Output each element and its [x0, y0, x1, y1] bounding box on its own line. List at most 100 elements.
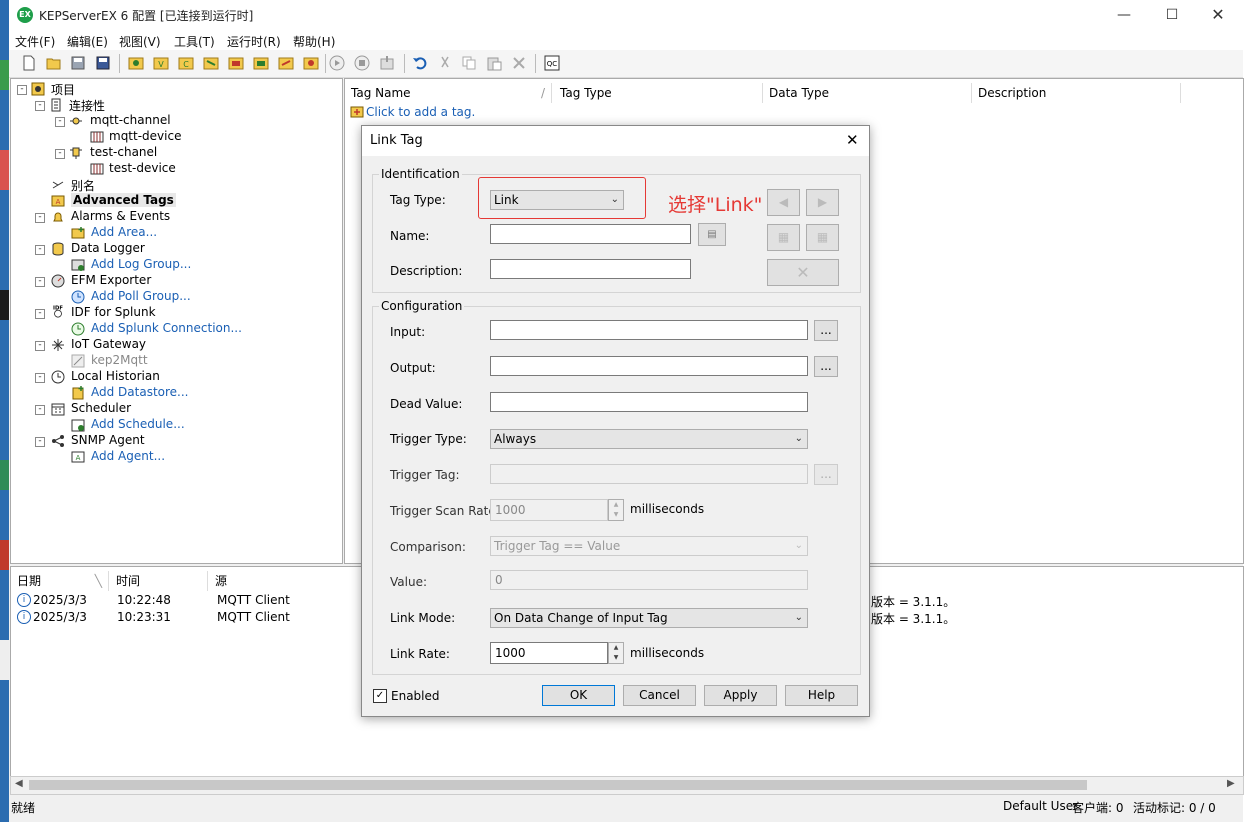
input-field[interactable] — [490, 320, 808, 340]
dead-value-field[interactable] — [490, 392, 808, 412]
log-column-time[interactable]: 时间 — [110, 571, 208, 591]
name-browse-button[interactable]: ▤ — [698, 223, 726, 246]
new-device-icon[interactable]: V — [153, 55, 169, 71]
link-mode-select[interactable]: On Data Change of Input Tag ⌄ — [490, 608, 808, 628]
export-icon[interactable] — [379, 55, 395, 71]
tag-group-icon[interactable] — [253, 55, 269, 71]
duplicate-tag-button[interactable]: ▦ — [806, 224, 839, 251]
link-rate-field[interactable]: 1000 — [490, 642, 608, 664]
collapse-icon[interactable]: - — [35, 245, 45, 255]
new-tag-icon[interactable] — [203, 55, 219, 71]
tree-item-add-schedule[interactable]: Add Schedule... — [91, 417, 185, 431]
scroll-right-icon[interactable]: ▶ — [1227, 778, 1235, 789]
undo-icon[interactable] — [412, 55, 428, 71]
previous-button[interactable]: ◀ — [767, 189, 800, 216]
tree-item-mqtt-device[interactable]: mqtt-device — [109, 129, 181, 143]
trigger-tag-field[interactable] — [490, 464, 808, 484]
value-field[interactable]: 0 — [490, 570, 808, 590]
cut-icon[interactable] — [437, 55, 453, 71]
apply-button[interactable]: Apply — [704, 685, 777, 706]
column-header-description[interactable]: Description — [972, 83, 1181, 103]
add-tag-link[interactable]: Click to add a tag. — [366, 105, 475, 119]
menu-tools[interactable]: 工具(T) — [174, 33, 215, 50]
collapse-icon[interactable]: - — [35, 405, 45, 415]
copy-icon[interactable] — [461, 55, 477, 71]
close-icon[interactable]: ✕ — [1195, 0, 1241, 30]
input-browse-button[interactable]: ... — [814, 320, 838, 341]
delete-tag-button[interactable]: ✕ — [767, 259, 839, 286]
tree-item-test-channel[interactable]: test-chanel — [90, 145, 157, 159]
menu-file[interactable]: 文件(F) — [15, 33, 55, 50]
tree-item-local-historian[interactable]: Local Historian — [71, 369, 160, 383]
collapse-icon[interactable]: - — [55, 117, 65, 127]
tree-item-add-log-group[interactable]: Add Log Group... — [91, 257, 191, 271]
cancel-button[interactable]: Cancel — [623, 685, 696, 706]
column-header-tag-type[interactable]: Tag Type — [554, 83, 763, 103]
trigger-scan-rate-field[interactable]: 1000 — [490, 499, 608, 521]
new-icon[interactable] — [21, 55, 37, 71]
tree-item-connectivity[interactable]: 连接性 — [69, 97, 105, 114]
link-rate-stepper[interactable]: ▲ ▼ — [608, 642, 624, 664]
collapse-icon[interactable]: - — [35, 341, 45, 351]
help-button[interactable]: Help — [785, 685, 858, 706]
tree-item-mqtt-channel[interactable]: mqtt-channel — [90, 113, 171, 127]
menu-runtime[interactable]: 运行时(R) — [227, 33, 281, 50]
tree-item-snmp-agent[interactable]: SNMP Agent — [71, 433, 145, 447]
collapse-icon[interactable]: - — [35, 213, 45, 223]
tree-item-data-logger[interactable]: Data Logger — [71, 241, 145, 255]
tree-item-add-datastore[interactable]: Add Datastore... — [91, 385, 189, 399]
column-header-tag-name[interactable]: Tag Name / — [345, 83, 552, 103]
name-field[interactable] — [490, 224, 691, 244]
collapse-icon[interactable]: - — [35, 309, 45, 319]
new-group-icon[interactable]: C — [178, 55, 194, 71]
tree-item-scheduler[interactable]: Scheduler — [71, 401, 131, 415]
tree-item-aliases[interactable]: 别名 — [71, 177, 95, 194]
tag-type-select[interactable]: Link ⌄ — [490, 190, 624, 210]
tree-item-add-poll-group[interactable]: Add Poll Group... — [91, 289, 191, 303]
open-icon[interactable] — [46, 55, 62, 71]
output-browse-button[interactable]: ... — [814, 356, 838, 377]
comparison-select[interactable]: Trigger Tag == Value ⌄ — [490, 536, 808, 556]
trigger-tag-browse-button[interactable]: ... — [814, 464, 838, 485]
tree-item-add-area[interactable]: Add Area... — [91, 225, 157, 239]
quick-client-icon[interactable]: QC — [544, 55, 560, 71]
stop-icon[interactable] — [354, 55, 370, 71]
tree-item-efm[interactable]: EFM Exporter — [71, 273, 151, 287]
tree-item-test-device[interactable]: test-device — [109, 161, 176, 175]
delete-icon[interactable] — [511, 55, 527, 71]
save-icon[interactable] — [70, 55, 86, 71]
collapse-icon[interactable]: - — [35, 437, 45, 447]
minimize-icon[interactable]: — — [1101, 0, 1147, 30]
collapse-icon[interactable]: - — [35, 277, 45, 287]
tree-item-iot-gateway[interactable]: IoT Gateway — [71, 337, 146, 351]
enabled-checkbox[interactable]: ✓ — [373, 689, 387, 703]
maximize-icon[interactable]: ☐ — [1149, 0, 1195, 30]
link-tag-icon[interactable] — [278, 55, 294, 71]
new-channel-icon[interactable] — [128, 55, 144, 71]
tree-item-add-agent[interactable]: Add Agent... — [91, 449, 165, 463]
menu-view[interactable]: 视图(V) — [119, 33, 161, 50]
output-field[interactable] — [490, 356, 808, 376]
new-tag-button[interactable]: ▦ — [767, 224, 800, 251]
paste-icon[interactable] — [486, 55, 502, 71]
scroll-left-icon[interactable]: ◀ — [15, 778, 23, 789]
scrollbar-thumb[interactable] — [29, 780, 1087, 790]
trigger-scan-rate-stepper[interactable]: ▲ ▼ — [608, 499, 624, 521]
menu-help[interactable]: 帮助(H) — [293, 33, 335, 50]
collapse-icon[interactable]: - — [17, 85, 27, 95]
play-icon[interactable] — [329, 55, 345, 71]
tree-item-add-splunk[interactable]: Add Splunk Connection... — [91, 321, 242, 335]
horizontal-scrollbar[interactable]: ◀ ▶ — [10, 776, 1244, 795]
tree-item-alarms[interactable]: Alarms & Events — [71, 209, 170, 223]
tree-item-kep2mqtt[interactable]: kep2Mqtt — [91, 353, 148, 367]
menu-edit[interactable]: 编辑(E) — [67, 33, 108, 50]
bulk-tag-icon[interactable] — [228, 55, 244, 71]
next-button[interactable]: ▶ — [806, 189, 839, 216]
close-icon[interactable]: ✕ — [846, 131, 859, 149]
ok-button[interactable]: OK — [542, 685, 615, 706]
description-field[interactable] — [490, 259, 691, 279]
collapse-icon[interactable]: - — [55, 149, 65, 159]
collapse-icon[interactable]: - — [35, 373, 45, 383]
log-column-date[interactable]: 日期 ╲ — [11, 571, 109, 591]
properties-icon[interactable] — [303, 55, 319, 71]
